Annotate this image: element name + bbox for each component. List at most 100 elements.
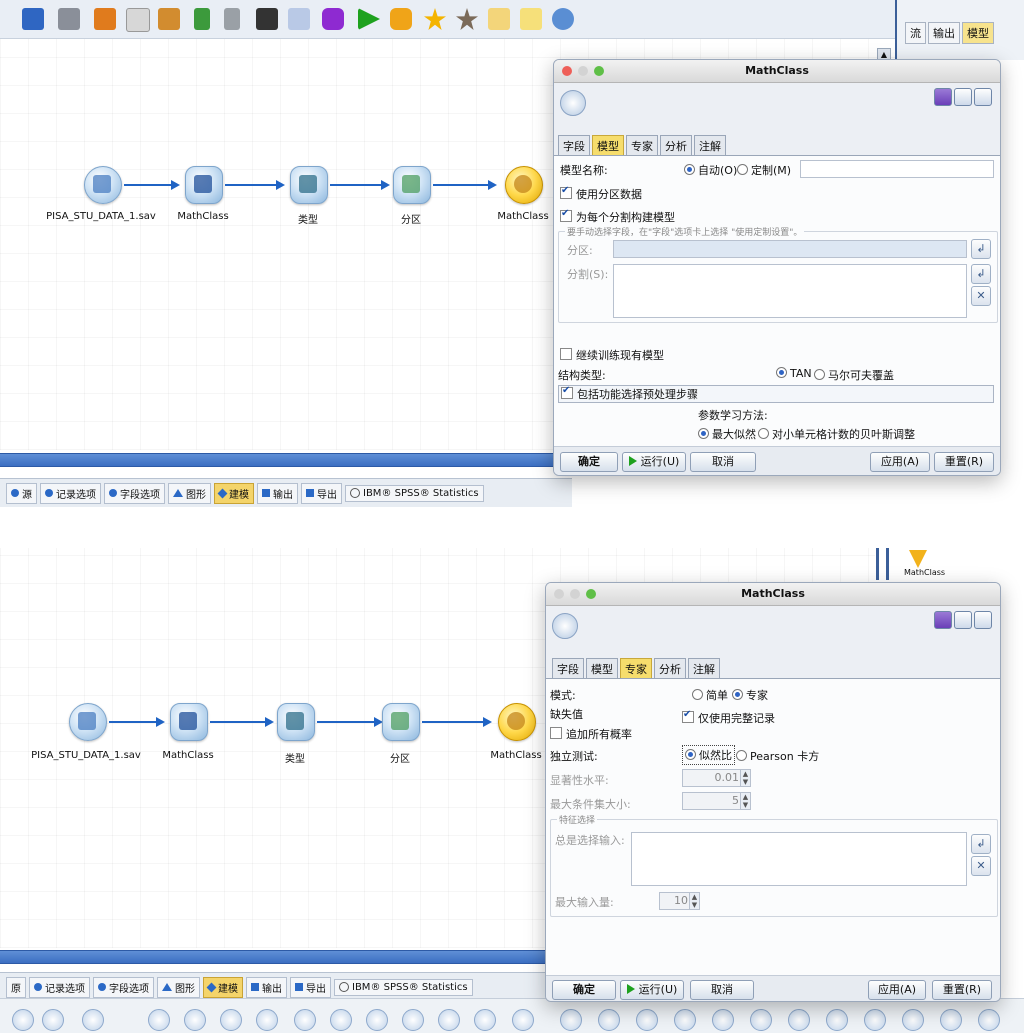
partition-node[interactable]	[382, 703, 420, 741]
tab-models[interactable]: 模型	[962, 22, 994, 44]
significance-level-input[interactable]: 0.01	[682, 769, 744, 787]
palette-tab-export[interactable]: 导出	[290, 976, 331, 998]
structure-tan-radio[interactable]: TAN	[776, 367, 812, 380]
palette-node-icon[interactable]	[256, 1009, 278, 1031]
use-partition-checkbox[interactable]: 使用分区数据	[560, 185, 642, 202]
split-fields-list[interactable]	[613, 264, 967, 318]
palette-node-icon[interactable]	[826, 1009, 848, 1031]
palette-splitter-bottom[interactable]	[0, 950, 548, 964]
maximize-button[interactable]	[974, 611, 992, 629]
cancel-button[interactable]: 取消	[690, 452, 756, 472]
palette-splitter-top[interactable]	[0, 453, 560, 467]
reset-button[interactable]: 重置(R)	[932, 980, 992, 1000]
run-selection-icon[interactable]	[390, 8, 412, 30]
palette-tab-output[interactable]: 输出	[257, 482, 298, 504]
tab-analyze[interactable]: 分析	[654, 658, 686, 679]
ok-button[interactable]: 确定	[552, 980, 616, 1000]
palette-tab-record-ops[interactable]: 记录选项	[29, 976, 90, 998]
palette-node-icon[interactable]	[512, 1009, 534, 1031]
palette-tab-output[interactable]: 输出	[246, 976, 287, 998]
apply-button[interactable]: 应用(A)	[868, 980, 926, 1000]
mode-expert-radio[interactable]: 专家	[732, 687, 768, 703]
palette-tab-field-ops[interactable]: 字段选项	[93, 976, 154, 998]
source-node[interactable]	[69, 703, 107, 741]
max-inputs-input[interactable]: 10	[659, 892, 693, 910]
maximize-window-icon[interactable]	[594, 66, 604, 76]
structure-markov-radio[interactable]: 马尔可夫覆盖	[814, 367, 894, 383]
model-name-input[interactable]	[800, 160, 994, 178]
star-icon[interactable]	[456, 8, 478, 30]
likelihood-ratio-radio[interactable]: 似然比	[682, 745, 735, 765]
palette-node-icon[interactable]	[750, 1009, 772, 1031]
split-picker-button[interactable]: ↲	[971, 264, 991, 284]
model-node[interactable]	[505, 166, 543, 204]
tab-annotations[interactable]: 注解	[688, 658, 720, 679]
palette-node-icon[interactable]	[12, 1009, 34, 1031]
run-button[interactable]: 运行(U)	[622, 452, 686, 472]
palette-node-icon[interactable]	[674, 1009, 696, 1031]
append-probabilities-checkbox[interactable]: 追加所有概率	[550, 726, 632, 742]
minimize-button[interactable]	[954, 611, 972, 629]
cancel-button[interactable]: 取消	[690, 980, 754, 1000]
supernode-icon[interactable]	[322, 8, 344, 30]
minimize-window-icon[interactable]	[578, 66, 588, 76]
paste-icon[interactable]	[158, 8, 180, 30]
palette-node-icon[interactable]	[474, 1009, 496, 1031]
tab-expert[interactable]: 专家	[620, 658, 652, 679]
partition-field[interactable]	[613, 240, 967, 258]
reset-button[interactable]: 重置(R)	[934, 452, 994, 472]
close-window-icon[interactable]	[562, 66, 572, 76]
bayes-adjust-radio[interactable]: 对小单元格计数的贝叶斯调整	[758, 426, 915, 442]
model-name-auto-radio[interactable]: 自动(O)	[684, 162, 737, 178]
tab-model[interactable]: 模型	[592, 135, 624, 156]
palette-node-icon[interactable]	[560, 1009, 582, 1031]
partition-picker-button[interactable]: ↲	[971, 239, 991, 259]
palette-tab-graphs[interactable]: 图形	[168, 482, 211, 504]
tab-fields[interactable]: 字段	[552, 658, 584, 679]
minimize-window-icon[interactable]	[570, 589, 580, 599]
palette-node-icon[interactable]	[184, 1009, 206, 1031]
cut-icon[interactable]	[94, 8, 116, 30]
palette-node-icon[interactable]	[636, 1009, 658, 1031]
max-condition-spinner[interactable]: ▲ ▼	[740, 792, 751, 810]
favorite-icon[interactable]	[424, 8, 446, 30]
palette-tab-source[interactable]: 原	[6, 976, 26, 998]
palette-tab-spss-statistics[interactable]: IBM® SPSS® Statistics	[334, 978, 473, 996]
type-node[interactable]	[277, 703, 315, 741]
run-icon[interactable]	[358, 8, 380, 30]
tab-expert[interactable]: 专家	[626, 135, 658, 156]
annotate-icon[interactable]	[488, 8, 510, 30]
new-comment-icon[interactable]	[520, 8, 542, 30]
run-button[interactable]: 运行(U)	[620, 980, 684, 1000]
significance-spinner[interactable]: ▲ ▼	[740, 769, 751, 787]
source-node[interactable]	[84, 166, 122, 204]
diamond-icon[interactable]	[552, 8, 574, 30]
tab-streams[interactable]: 流	[905, 22, 926, 44]
always-select-inputs-list[interactable]	[631, 832, 967, 886]
max-condition-set-input[interactable]: 5	[682, 792, 744, 810]
type-node[interactable]	[290, 166, 328, 204]
palette-node-icon[interactable]	[294, 1009, 316, 1031]
model-name-custom-radio[interactable]: 定制(M)	[737, 162, 791, 178]
copy-icon[interactable]	[126, 8, 150, 32]
save-icon[interactable]	[22, 8, 44, 30]
inputs-picker-button[interactable]: ↲	[971, 834, 991, 854]
palette-tab-source[interactable]: 源	[6, 482, 37, 504]
derive-node[interactable]	[170, 703, 208, 741]
max-inputs-spinner[interactable]: ▲ ▼	[689, 892, 700, 910]
apply-button[interactable]: 应用(A)	[870, 452, 930, 472]
complete-records-checkbox[interactable]: 仅使用完整记录	[682, 709, 775, 726]
redo-icon[interactable]	[224, 8, 240, 30]
palette-tab-modeling[interactable]: 建模	[203, 976, 243, 998]
tab-annotations[interactable]: 注解	[694, 135, 726, 156]
palette-tab-record-ops[interactable]: 记录选项	[40, 482, 101, 504]
close-window-icon[interactable]	[554, 589, 564, 599]
feature-preprocess-checkbox[interactable]: 包括功能选择预处理步骤	[558, 385, 994, 403]
palette-node-icon[interactable]	[438, 1009, 460, 1031]
maximize-button[interactable]	[974, 88, 992, 106]
palette-node-icon[interactable]	[712, 1009, 734, 1031]
inputs-remove-button[interactable]: ✕	[971, 856, 991, 876]
palette-node-icon[interactable]	[148, 1009, 170, 1031]
palette-node-icon[interactable]	[402, 1009, 424, 1031]
palette-node-icon[interactable]	[366, 1009, 388, 1031]
